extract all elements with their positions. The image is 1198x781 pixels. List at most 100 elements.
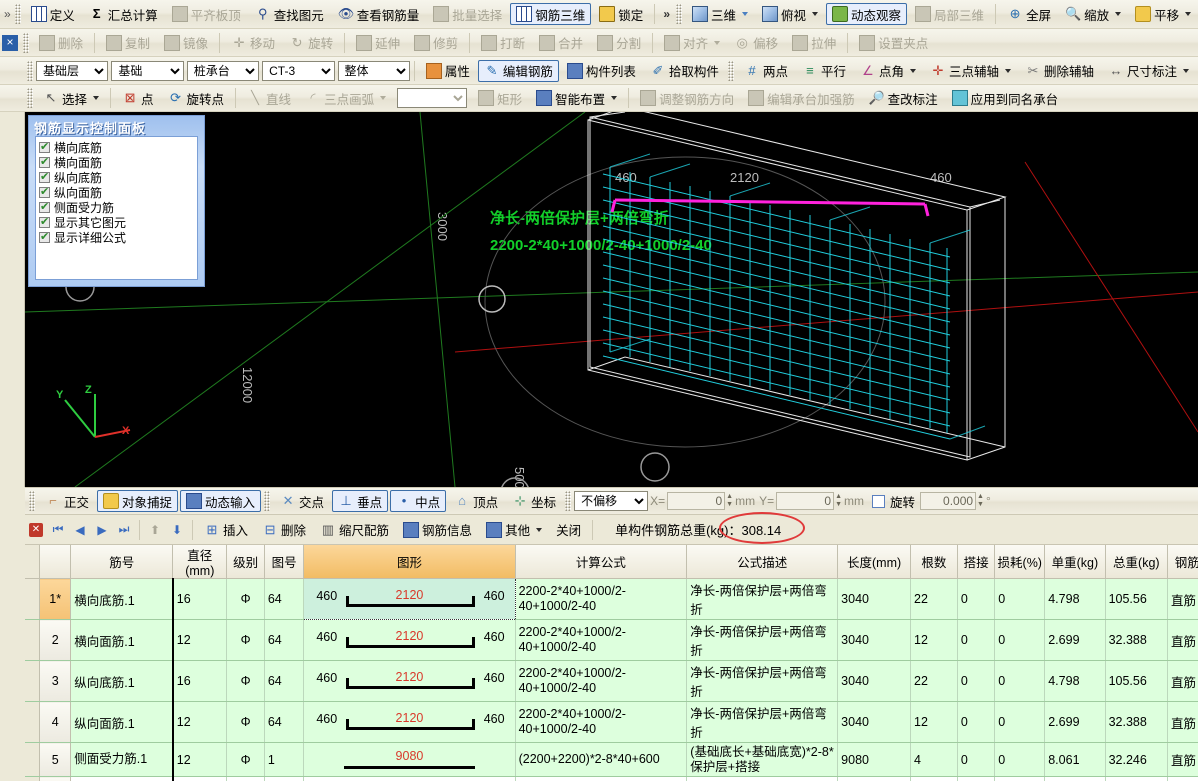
table-item-rebar-info[interactable]: 钢筋信息 — [397, 519, 478, 541]
cell-category[interactable]: 直筋 — [1167, 742, 1198, 777]
close-table-icon[interactable]: ✕ — [29, 522, 43, 537]
component-item-properties[interactable]: 属性 — [420, 60, 476, 82]
chevron-down-icon[interactable] — [93, 96, 100, 100]
chevron-down-icon[interactable] — [909, 68, 916, 73]
cell-category[interactable]: 直筋 — [1167, 578, 1198, 620]
cell-total-weight[interactable]: 32.246 — [1105, 742, 1169, 777]
component-item-delete-axis[interactable]: ✂ 删除辅轴 — [1019, 60, 1100, 82]
toolbar-item-top-view[interactable]: 俯视 — [756, 3, 824, 25]
category-select[interactable]: 基础 — [111, 60, 184, 81]
cell-loss[interactable]: 0 — [994, 578, 1046, 620]
cell-count[interactable] — [910, 776, 958, 781]
cell-tuhao[interactable]: 64 — [264, 701, 305, 743]
cell-tuhao[interactable]: 64 — [264, 660, 305, 702]
checkbox-icon[interactable] — [39, 140, 50, 153]
cell-formula-desc[interactable]: 净长-两倍保护层+两倍弯折 — [686, 660, 839, 702]
cell-shape[interactable] — [303, 776, 516, 781]
table-row[interactable]: 2 横向面筋.1 12 Φ 64 460 2120 460 2200-2*40+… — [25, 619, 1198, 661]
cell-total-weight[interactable]: 105.56 — [1105, 578, 1169, 620]
cell-category[interactable]: 直筋 — [1167, 619, 1198, 661]
table-item-delete[interactable]: ⊟ 删除 — [256, 519, 312, 541]
cell-tuhao[interactable]: 64 — [264, 578, 305, 620]
cell-zhijing[interactable]: 12 — [171, 619, 228, 661]
draw-toolbar-grip[interactable] — [27, 88, 33, 108]
table-row[interactable]: 3 纵向底筋.1 16 Φ 64 460 2120 460 2200-2*40+… — [25, 660, 1198, 702]
chevron-down-icon[interactable] — [742, 12, 749, 16]
toolbar-item-zoom[interactable]: 🔍 缩放 — [1059, 3, 1127, 25]
header-jibie[interactable]: 级别 — [226, 545, 265, 579]
y-spinner[interactable]: ▲ ▼ — [835, 493, 842, 509]
component-toolbar-grip[interactable] — [27, 60, 33, 81]
cell-jinhao[interactable]: 横向面筋.1 — [70, 619, 174, 661]
cell-zhijing[interactable]: 16 — [171, 578, 228, 620]
header-tuxing[interactable]: 图形 — [303, 545, 516, 579]
cell-lap[interactable]: 0 — [957, 660, 996, 702]
status-item-coordinate[interactable]: ⊹ 坐标 — [506, 490, 562, 512]
cell-jibie[interactable]: Φ — [226, 660, 265, 702]
cell-lap[interactable] — [957, 776, 996, 781]
chevron-down-icon[interactable] — [812, 12, 819, 16]
draw-item-select[interactable]: ↖ 选择 — [37, 87, 105, 109]
status-item-object-snap[interactable]: 对象捕捉 — [97, 490, 179, 512]
edit-item-split[interactable]: 分割 — [591, 32, 647, 54]
cell-length[interactable]: 3040 — [837, 660, 912, 702]
cell-lap[interactable]: 0 — [957, 742, 996, 777]
status-item-orthogonal[interactable]: ⌐ 正交 — [39, 490, 95, 512]
cell-lap[interactable]: 0 — [957, 701, 996, 743]
rebar-option-horizontal-bottom[interactable]: 横向底筋 — [39, 140, 197, 155]
y-input[interactable] — [776, 492, 835, 510]
cell-formula[interactable]: 2200-2*40+1000/2-40+1000/2-40 — [515, 660, 688, 702]
row-number[interactable]: 4 — [39, 701, 72, 743]
cell-jinhao[interactable]: 侧面受力筋.1 — [70, 742, 174, 777]
component-select[interactable]: CT-3 — [262, 60, 335, 81]
cell-category[interactable]: 直筋 — [1167, 660, 1198, 702]
cell-loss[interactable]: 0 — [994, 619, 1046, 661]
chevron-down-icon[interactable] — [714, 40, 721, 45]
cell-formula[interactable]: 2200-2*40+1000/2-40+1000/2-40 — [515, 701, 688, 743]
edit-item-break[interactable]: 打断 — [475, 32, 531, 54]
draw-item-point[interactable]: ⊠ 点 — [116, 87, 160, 109]
table-row[interactable]: 5 侧面受力筋.1 12 Φ 1 9080 (2200+2200)*2-8*40… — [25, 742, 1198, 777]
x-input[interactable] — [667, 492, 726, 510]
cell-total-weight[interactable]: 32.388 — [1105, 619, 1169, 661]
cell-length[interactable]: 3040 — [837, 578, 912, 620]
cell-count[interactable]: 4 — [910, 742, 958, 777]
nav-last-button[interactable]: ⏭ — [113, 520, 135, 540]
cell-total-weight[interactable]: 105.56 — [1105, 660, 1169, 702]
toolbar-grip[interactable] — [14, 4, 21, 24]
rebar-display-control-panel[interactable]: 钢筋显示控制面板 横向底筋 横向面筋 纵向底筋 纵向面筋 侧面受力筋 — [28, 115, 205, 287]
cell-jinhao[interactable] — [70, 776, 174, 781]
cell-jibie[interactable]: Φ — [226, 578, 265, 620]
status-item-dynamic-input[interactable]: 动态输入 — [180, 490, 262, 512]
component-item-edit-rebar[interactable]: ✎ 编辑钢筋 — [477, 59, 559, 82]
table-item-close[interactable]: 关闭 — [550, 519, 587, 541]
nav-first-button[interactable]: ⏮ — [47, 520, 69, 540]
cell-length[interactable]: 3040 — [837, 619, 912, 661]
cell-jibie[interactable]: Φ — [226, 619, 265, 661]
cell-formula-desc[interactable]: 净长-两倍保护层+两倍弯折 — [686, 701, 839, 743]
toolbar-item-view-rebar-qty[interactable]: 👁 查看钢筋量 — [332, 3, 426, 25]
header-tuhao[interactable]: 图号 — [264, 545, 305, 579]
cell-jibie[interactable]: Φ — [226, 742, 265, 777]
toolbar-item-lock[interactable]: 锁定 — [593, 3, 649, 25]
drawing-canvas[interactable]: 3000 12000 500 460 2120 460 净长-两倍保护层+两倍弯… — [25, 112, 1198, 487]
cell-loss[interactable]: 0 — [994, 660, 1046, 702]
floor-select[interactable]: 基础层 — [36, 60, 109, 81]
snap-group-grip[interactable] — [264, 491, 271, 511]
toolbar-item-find-element[interactable]: ⚲ 查找图元 — [249, 3, 330, 25]
cell-zhijing[interactable] — [171, 776, 228, 781]
table-row[interactable]: 1* 横向底筋.1 16 Φ 64 460 2120 460 2200-2*40… — [25, 578, 1198, 620]
toolbar-item-batch-select[interactable]: 批量选择 — [427, 3, 508, 25]
cell-total-weight[interactable]: 32.388 — [1105, 701, 1169, 743]
nav-next-button[interactable]: ▶ — [91, 520, 113, 540]
cell-jinhao[interactable]: 纵向底筋.1 — [70, 660, 174, 702]
cell-loss[interactable] — [994, 776, 1046, 781]
cell-formula[interactable]: 2200-2*40+1000/2-40+1000/2-40 — [515, 578, 688, 620]
header-danzhong[interactable]: 单重(kg) — [1044, 545, 1106, 579]
cell-loss[interactable]: 0 — [994, 742, 1046, 777]
header-zongzhong[interactable]: 总重(kg) — [1105, 545, 1169, 579]
nav-up-button[interactable]: ⬆ — [144, 520, 166, 540]
cell-count[interactable]: 12 — [910, 619, 958, 661]
toolbar-item-align-slab-top[interactable]: 平齐板顶 — [166, 3, 247, 25]
row-number[interactable]: 5 — [39, 742, 72, 777]
